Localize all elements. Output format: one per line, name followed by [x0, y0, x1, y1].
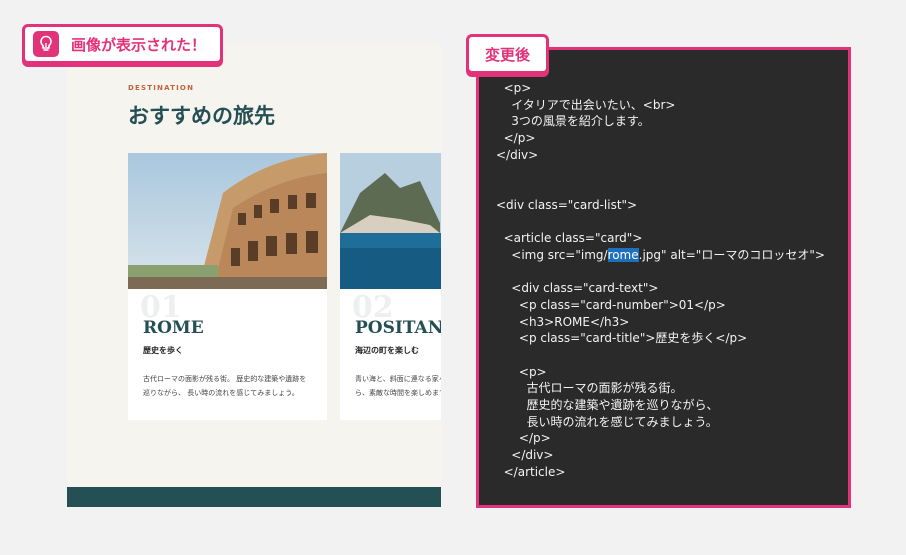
card-subtitle: 海辺の町を楽しむ	[355, 346, 419, 355]
card-name: POSITANO	[355, 318, 441, 338]
code-line: <p>	[496, 81, 532, 95]
code-line: 歴史的な建築や遺跡を巡りながら、	[496, 398, 719, 413]
code-line: </div>	[496, 147, 539, 162]
destination-card-positano: 02 POSITANO 海辺の町を楽しむ 青い海と、斜面に連なる家々。美しい景色…	[340, 153, 441, 420]
code-line: <h3>ROME</h3>	[496, 314, 630, 329]
code-line: 古代ローマの面影が残る街。	[496, 381, 683, 396]
lightbulb-icon	[33, 31, 59, 57]
card-description: 古代ローマの面影が残る街。 歴史的な建築や遺跡を巡りながら、 長い時の流れを感じ…	[143, 375, 307, 397]
code-line: <div class="card-text">	[496, 281, 659, 296]
image-displayed-label: 画像が表示された！	[71, 35, 207, 54]
code-line: <article class="card">	[496, 231, 643, 246]
code-line: 3つの風景を紹介します。	[496, 114, 650, 129]
preview-footer-band	[67, 487, 441, 507]
code-line: </p>	[496, 131, 536, 146]
code-panel: <p> イタリアで出会いたい、<br> 3つの風景を紹介します。 </p> </d…	[476, 47, 851, 508]
page-preview: DESTINATION おすすめの旅先 01 ROME 歴史を歩く 古代ローマの…	[67, 44, 441, 507]
code-line: イタリアで出会いたい、<br>	[496, 97, 676, 112]
after-change-badge: 変更後	[466, 34, 550, 74]
code-line: <p>	[496, 364, 547, 379]
section-eyebrow: DESTINATION	[128, 84, 195, 92]
positano-image	[340, 153, 441, 289]
code-line: <img src="img/rome.jpg" alt="ローマのコロッセオ">	[496, 247, 825, 262]
image-displayed-badge: 画像が表示された！	[22, 24, 224, 64]
code-line: <p class="card-title">歴史を歩く</p>	[496, 331, 748, 346]
section-title: おすすめの旅先	[128, 103, 275, 128]
code-lines: <p> イタリアで出会いたい、<br> 3つの風景を紹介します。 </p> </d…	[496, 80, 825, 481]
selected-text: rome	[607, 247, 639, 262]
destination-card-rome: 01 ROME 歴史を歩く 古代ローマの面影が残る街。 歴史的な建築や遺跡を巡り…	[128, 153, 327, 420]
code-line: <div class="card-list">	[496, 197, 638, 212]
code-line: <p class="card-number">01</p>	[496, 297, 726, 312]
card-subtitle: 歴史を歩く	[143, 346, 183, 355]
code-line: 長い時の流れを感じてみましょう。	[496, 414, 718, 429]
card-description: 青い海と、斜面に連なる家々。美しい景色を眺めながら、素敵な時間を楽しめます。	[355, 375, 441, 397]
code-line: </article>	[496, 464, 566, 479]
code-line: </div>	[496, 448, 554, 463]
card-name: ROME	[143, 318, 204, 338]
after-change-label: 変更後	[485, 45, 531, 64]
code-line: </p>	[496, 431, 551, 446]
colosseum-image	[128, 153, 327, 289]
